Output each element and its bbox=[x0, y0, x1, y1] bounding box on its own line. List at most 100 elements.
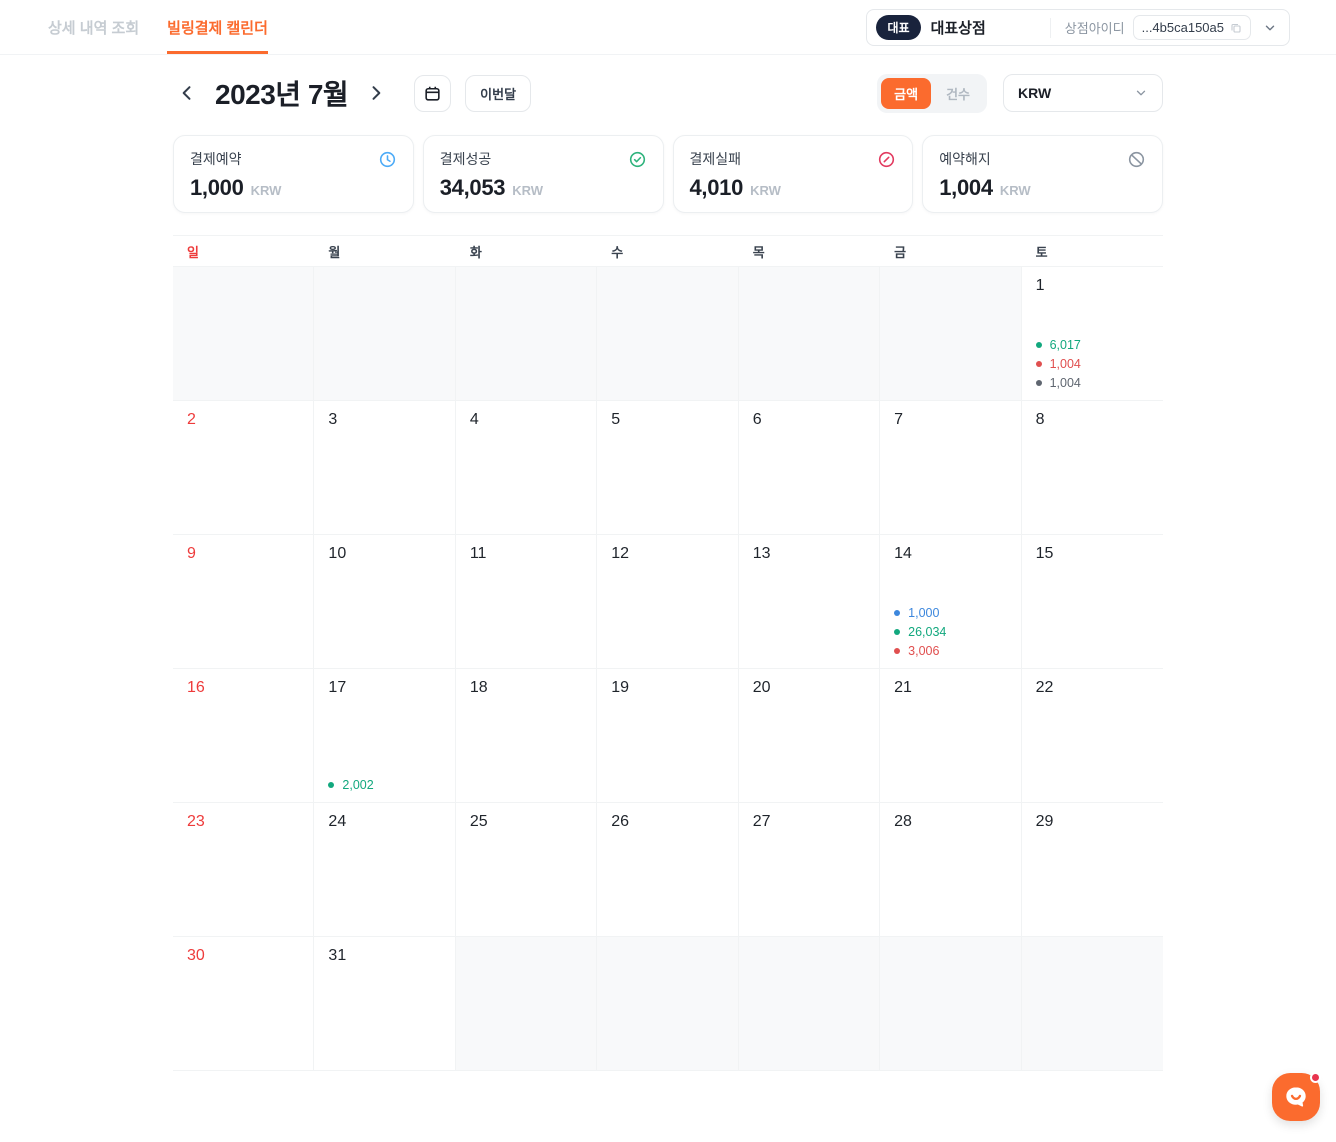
billing-calendar: 일월화수목금토 16,0171,0041,0042345678910111213… bbox=[173, 235, 1163, 1071]
day-number: 30 bbox=[187, 947, 299, 965]
chat-widget-button[interactable] bbox=[1272, 1073, 1320, 1121]
calendar-day-cell: 28 bbox=[880, 803, 1021, 937]
day-number: 31 bbox=[328, 947, 440, 965]
calendar-grid: 16,0171,0041,0042345678910111213141,0002… bbox=[173, 267, 1163, 1071]
weekday-header-row: 일월화수목금토 bbox=[173, 236, 1163, 267]
summary-card: 결제실패4,010KRW bbox=[673, 135, 914, 213]
merchant-name: 대표상점 bbox=[931, 17, 1050, 38]
tab-bar: 상세 내역 조회 빌링결제 캘린더 bbox=[48, 0, 268, 54]
summary-card-header: 결제예약 bbox=[190, 149, 397, 169]
chevron-down-icon bbox=[1134, 86, 1148, 100]
calendar-cell-empty bbox=[1022, 937, 1163, 1071]
currency-value: KRW bbox=[1018, 85, 1051, 101]
calendar-day-cell: 19 bbox=[597, 669, 738, 803]
calendar-day-cell: 23 bbox=[173, 803, 314, 937]
summary-card-label: 결제예약 bbox=[190, 149, 242, 169]
calendar-day-cell: 5 bbox=[597, 401, 738, 535]
check-circle-icon bbox=[628, 150, 647, 169]
day-entry-list: 2,002 bbox=[328, 778, 373, 792]
day-number: 4 bbox=[470, 411, 582, 429]
summary-card-label: 결제성공 bbox=[440, 149, 492, 169]
entry-amount: 3,006 bbox=[908, 644, 939, 658]
summary-card-value-row: 34,053KRW bbox=[440, 175, 647, 201]
calendar-cell-empty bbox=[880, 267, 1021, 401]
calendar-day-cell: 3 bbox=[314, 401, 455, 535]
merchant-selector[interactable]: 대표 대표상점 상점아이디 ...4b5ca150a5 bbox=[866, 9, 1290, 46]
day-number: 9 bbox=[187, 545, 299, 563]
day-number: 8 bbox=[1036, 411, 1149, 429]
summary-card-value-row: 1,000KRW bbox=[190, 175, 397, 201]
calendar-day-cell: 4 bbox=[456, 401, 597, 535]
copy-icon[interactable] bbox=[1230, 22, 1242, 34]
calendar-day-cell: 21 bbox=[880, 669, 1021, 803]
prev-month-button[interactable] bbox=[173, 79, 201, 107]
day-number: 13 bbox=[753, 545, 865, 563]
next-month-button[interactable] bbox=[362, 79, 390, 107]
summary-card-value: 34,053 bbox=[440, 175, 506, 201]
weekday-header: 화 bbox=[456, 236, 597, 267]
day-number: 10 bbox=[328, 545, 440, 563]
tab-billing-calendar[interactable]: 빌링결제 캘린더 bbox=[167, 0, 268, 54]
day-number: 7 bbox=[894, 411, 1006, 429]
currency-select[interactable]: KRW bbox=[1003, 74, 1163, 112]
toggle-amount-button[interactable]: 금액 bbox=[881, 78, 931, 109]
calendar-day-cell: 29 bbox=[1022, 803, 1163, 937]
day-number: 18 bbox=[470, 679, 582, 697]
tab-detail-history[interactable]: 상세 내역 조회 bbox=[48, 0, 139, 54]
calendar-cell-empty bbox=[173, 267, 314, 401]
calendar-cell-empty bbox=[456, 267, 597, 401]
store-id-label: 상점아이디 bbox=[1065, 18, 1125, 37]
calendar-cell-empty bbox=[456, 937, 597, 1071]
day-number: 29 bbox=[1036, 813, 1149, 831]
toggle-count-button[interactable]: 건수 bbox=[933, 78, 983, 109]
day-entry-canceled: 1,004 bbox=[1036, 376, 1081, 390]
entry-amount: 1,004 bbox=[1050, 357, 1081, 371]
divider bbox=[1050, 18, 1051, 38]
calendar-day-cell: 26 bbox=[597, 803, 738, 937]
calendar-day-cell: 17 2,002 bbox=[314, 669, 455, 803]
day-number: 3 bbox=[328, 411, 440, 429]
weekday-header: 목 bbox=[739, 236, 880, 267]
day-entry-list: 1,000 26,034 3,006 bbox=[894, 606, 946, 658]
calendar-cell-empty bbox=[880, 937, 1021, 1071]
day-number: 5 bbox=[611, 411, 723, 429]
chevron-down-icon[interactable] bbox=[1263, 21, 1277, 35]
store-id-pill[interactable]: ...4b5ca150a5 bbox=[1133, 15, 1251, 40]
date-picker-button[interactable] bbox=[414, 75, 451, 112]
calendar-day-cell: 31 bbox=[314, 937, 455, 1071]
entry-dot bbox=[894, 610, 900, 616]
month-title: 2023년 7월 bbox=[215, 73, 348, 113]
weekday-header: 월 bbox=[314, 236, 455, 267]
calendar-day-cell: 1 6,017 1,004 1,004 bbox=[1022, 267, 1163, 401]
calendar-day-cell: 11 bbox=[456, 535, 597, 669]
this-month-button[interactable]: 이번달 bbox=[465, 75, 531, 112]
day-number: 27 bbox=[753, 813, 865, 831]
day-number: 2 bbox=[187, 411, 299, 429]
day-entry-failed: 1,004 bbox=[1036, 357, 1081, 371]
calendar-day-cell: 20 bbox=[739, 669, 880, 803]
summary-card-value: 1,004 bbox=[939, 175, 993, 201]
day-number: 12 bbox=[611, 545, 723, 563]
weekday-header: 금 bbox=[880, 236, 1021, 267]
day-number: 17 bbox=[328, 679, 440, 697]
day-entry-scheduled: 1,000 bbox=[894, 606, 946, 620]
entry-amount: 26,034 bbox=[908, 625, 946, 639]
calendar-day-cell: 2 bbox=[173, 401, 314, 535]
calendar-day-cell: 13 bbox=[739, 535, 880, 669]
calendar-day-cell: 9 bbox=[173, 535, 314, 669]
summary-card-unit: KRW bbox=[750, 183, 781, 198]
calendar-toolbar: 2023년 7월 이번달 금액 건수 KRW bbox=[173, 73, 1163, 113]
calendar-day-cell: 10 bbox=[314, 535, 455, 669]
day-number: 1 bbox=[1036, 277, 1149, 295]
summary-card-value-row: 4,010KRW bbox=[690, 175, 897, 201]
merchant-badge: 대표 bbox=[876, 15, 920, 40]
calendar-cell-empty bbox=[597, 937, 738, 1071]
store-id-value: ...4b5ca150a5 bbox=[1142, 20, 1224, 35]
main-content: 2023년 7월 이번달 금액 건수 KRW 결제예약1,000KRW결제성공3… bbox=[173, 73, 1163, 1071]
summary-card: 예약해지1,004KRW bbox=[922, 135, 1163, 213]
day-entry-success: 6,017 bbox=[1036, 338, 1081, 352]
day-number: 24 bbox=[328, 813, 440, 831]
summary-card-header: 예약해지 bbox=[939, 149, 1146, 169]
day-number: 23 bbox=[187, 813, 299, 831]
weekday-header: 수 bbox=[597, 236, 738, 267]
